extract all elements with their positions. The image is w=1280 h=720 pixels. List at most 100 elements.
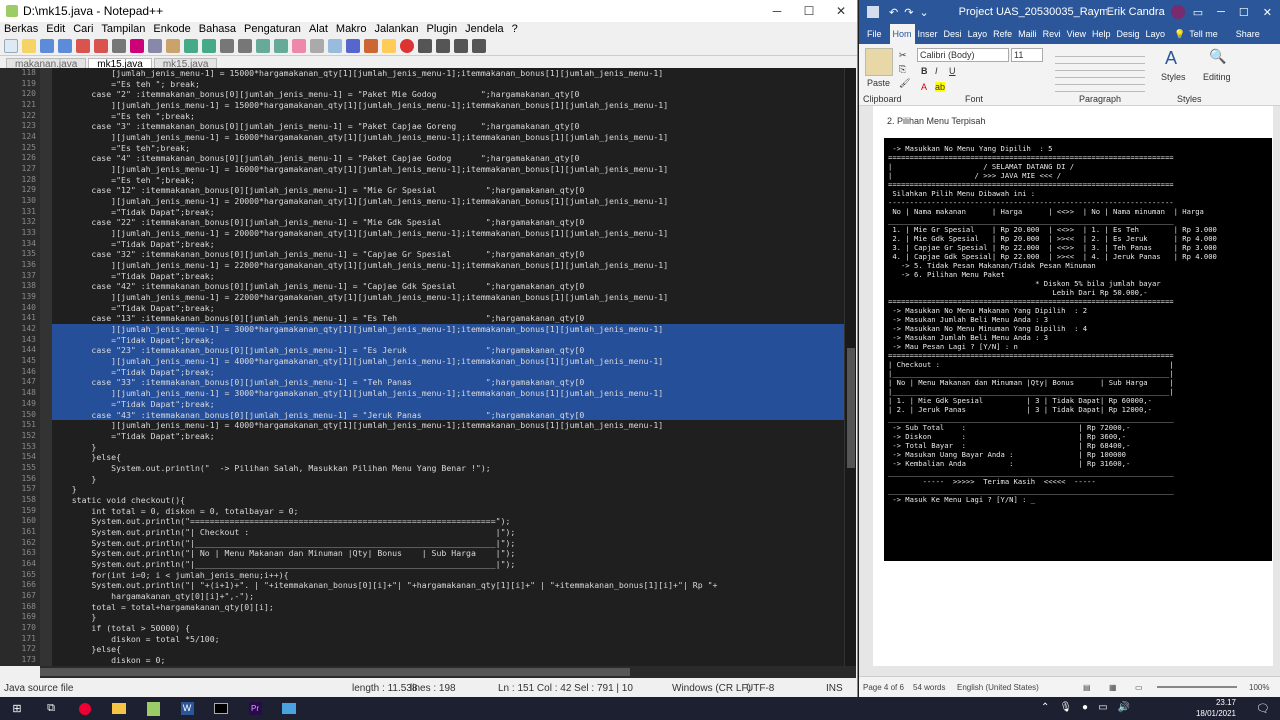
open-file-icon[interactable] — [22, 38, 36, 53]
zoom-out-icon[interactable] — [274, 38, 288, 53]
font-name-box[interactable]: Calibri (Body) — [917, 48, 1009, 62]
tab-insert[interactable]: Inser — [915, 29, 941, 39]
document-map-icon[interactable] — [346, 38, 360, 53]
redo-icon[interactable]: ↷ — [904, 6, 913, 19]
code-line[interactable]: ][jumlah_jenis_menu-1] = 4000*hargamakan… — [52, 420, 844, 431]
code-line[interactable]: case "13" :itemmakanan_bonus[0][jumlah_j… — [52, 313, 844, 324]
tab-home[interactable]: Hom — [889, 24, 915, 44]
tab-review[interactable]: Revi — [1040, 29, 1064, 39]
code-line[interactable]: case "23" :itemmakanan_bonus[0][jumlah_j… — [52, 345, 844, 357]
paste-icon[interactable] — [865, 48, 893, 76]
run-macro-multiple-icon[interactable] — [454, 38, 468, 53]
font-size-box[interactable]: 11 — [1011, 48, 1043, 62]
tray-chevron-icon[interactable]: ⌃ — [1041, 702, 1049, 713]
styles-icon[interactable]: A — [1165, 48, 1177, 69]
code-line[interactable]: case "3" :itemmakanan_bonus[0][jumlah_je… — [52, 121, 844, 132]
cut-icon[interactable]: ✂ — [899, 50, 907, 61]
highlight-icon[interactable]: ab — [935, 82, 946, 92]
code-line[interactable]: ][jumlah_jenis_menu-1] = 4000*hargamakan… — [52, 356, 844, 367]
code-line[interactable]: int total = 0, diskon = 0, totalbayar = … — [52, 506, 844, 517]
avatar[interactable] — [1170, 5, 1185, 19]
premiere-icon[interactable]: Pr — [243, 699, 267, 719]
paste-button[interactable]: Paste — [867, 78, 890, 88]
minimize-button[interactable]: ─ — [761, 4, 793, 18]
close-all-icon[interactable] — [94, 38, 108, 53]
menu-enkode[interactable]: Enkode — [153, 23, 190, 35]
menu-jendela[interactable]: Jendela — [465, 23, 504, 35]
stop-macro-icon[interactable] — [418, 38, 432, 53]
network-icon[interactable]: ▭ — [1098, 702, 1107, 713]
undo-icon[interactable] — [184, 38, 198, 53]
indent-guide-icon[interactable] — [328, 38, 342, 53]
code-line[interactable]: } — [52, 484, 844, 495]
code-line[interactable]: ="Es teh "; break; — [52, 79, 844, 90]
format-painter-icon[interactable]: 🖌 — [899, 78, 910, 89]
sync-scroll-icon[interactable] — [292, 38, 306, 53]
share-button[interactable]: Share — [1236, 29, 1260, 39]
tab-mailings[interactable]: Maili — [1015, 29, 1040, 39]
code-line[interactable]: }else{ — [52, 644, 844, 655]
zoom-in-icon[interactable] — [256, 38, 270, 53]
code-line[interactable]: System.out.println("====================… — [52, 516, 844, 527]
new-file-icon[interactable] — [4, 38, 18, 53]
replace-icon[interactable] — [238, 38, 252, 53]
italic-button[interactable]: I — [935, 66, 938, 76]
save-icon[interactable] — [867, 6, 879, 18]
status-page[interactable]: Page 4 of 6 — [863, 683, 904, 692]
code-line[interactable]: case "32" :itemmakanan_bonus[0][jumlah_j… — [52, 249, 844, 260]
status-zoom[interactable]: 100% — [1249, 683, 1269, 692]
vertical-scrollbar[interactable] — [844, 68, 856, 666]
code-line[interactable]: ][jumlah_jenis_menu-1] = 3000*hargamakan… — [52, 388, 844, 399]
code-line[interactable]: if (total > 50000) { — [52, 623, 844, 634]
redo-icon[interactable] — [202, 38, 216, 53]
menu-jalankan[interactable]: Jalankan — [374, 23, 418, 35]
menu-cari[interactable]: Cari — [73, 23, 93, 35]
document-area[interactable]: 2. Pilihan Menu Terpisah -> Masukkan No … — [859, 106, 1280, 676]
code-line[interactable]: ="Tidak Dapat";break; — [52, 271, 844, 282]
read-mode-icon[interactable]: ▤ — [1083, 683, 1091, 692]
zoom-slider[interactable] — [1157, 686, 1237, 688]
paste-icon[interactable] — [166, 38, 180, 53]
cut-icon[interactable] — [130, 38, 144, 53]
vertical-scrollbar-thumb[interactable] — [847, 348, 855, 468]
horizontal-scrollbar[interactable] — [40, 666, 856, 678]
bold-button[interactable]: B — [921, 66, 928, 76]
code-line[interactable]: diskon = 0; — [52, 655, 844, 666]
tab-view[interactable]: View — [1064, 29, 1089, 39]
taskbar-clock[interactable]: 23.17 18/01/2021 — [1196, 697, 1236, 719]
print-icon[interactable] — [112, 38, 126, 53]
save-icon[interactable] — [40, 38, 54, 53]
code-line[interactable]: ][jumlah_jenis_menu-1] = 16000*hargamaka… — [52, 132, 844, 143]
menu-tampilan[interactable]: Tampilan — [101, 23, 145, 35]
styles-button[interactable]: Styles — [1161, 72, 1186, 82]
menu-alat[interactable]: Alat — [309, 23, 328, 35]
word-taskbar-icon[interactable]: W — [175, 699, 199, 719]
play-macro-icon[interactable] — [436, 38, 450, 53]
save-all-icon[interactable] — [58, 38, 72, 53]
font-color-icon[interactable]: A — [921, 82, 927, 92]
volume-icon[interactable]: 🔊 — [1118, 702, 1130, 713]
editing-button[interactable]: Editing — [1203, 72, 1231, 82]
close-file-icon[interactable] — [76, 38, 90, 53]
code-line[interactable]: }else{ — [52, 452, 844, 463]
code-line[interactable]: ="Tidak Dapat";break; — [52, 207, 844, 218]
maximize-button[interactable]: ☐ — [793, 4, 825, 18]
menu-pengaturan[interactable]: Pengaturan — [244, 23, 301, 35]
copy-icon[interactable]: ⎘ — [899, 64, 906, 75]
code-editor[interactable]: 118 119 120 121 122 123 124 125 126 127 128 129 130 1… — [0, 68, 856, 666]
function-list-icon[interactable] — [364, 38, 378, 53]
status-language[interactable]: English (United States) — [957, 683, 1039, 692]
code-line[interactable]: ][jumlah_jenis_menu-1] = 22000*hargamaka… — [52, 292, 844, 303]
code-line[interactable]: ="Tidak Dapat";break; — [52, 431, 844, 442]
editing-icon[interactable]: 🔍 — [1209, 48, 1226, 65]
code-line[interactable]: System.out.println(" -> Pilihan Salah, M… — [52, 463, 844, 474]
tab-design[interactable]: Desi — [941, 29, 965, 39]
web-layout-icon[interactable]: ▭ — [1135, 683, 1143, 692]
print-layout-icon[interactable]: ▦ — [1109, 683, 1117, 692]
code-line[interactable]: total = total+hargamakanan_qty[0][i]; — [52, 602, 844, 613]
code-line[interactable]: } — [52, 612, 844, 623]
word-user-name[interactable]: Erik Candra — [1107, 6, 1165, 18]
close-button[interactable]: ✕ — [1263, 6, 1272, 19]
horizontal-scrollbar-thumb[interactable] — [40, 668, 630, 676]
code-line[interactable]: case "22" :itemmakanan_bonus[0][jumlah_j… — [52, 217, 844, 228]
